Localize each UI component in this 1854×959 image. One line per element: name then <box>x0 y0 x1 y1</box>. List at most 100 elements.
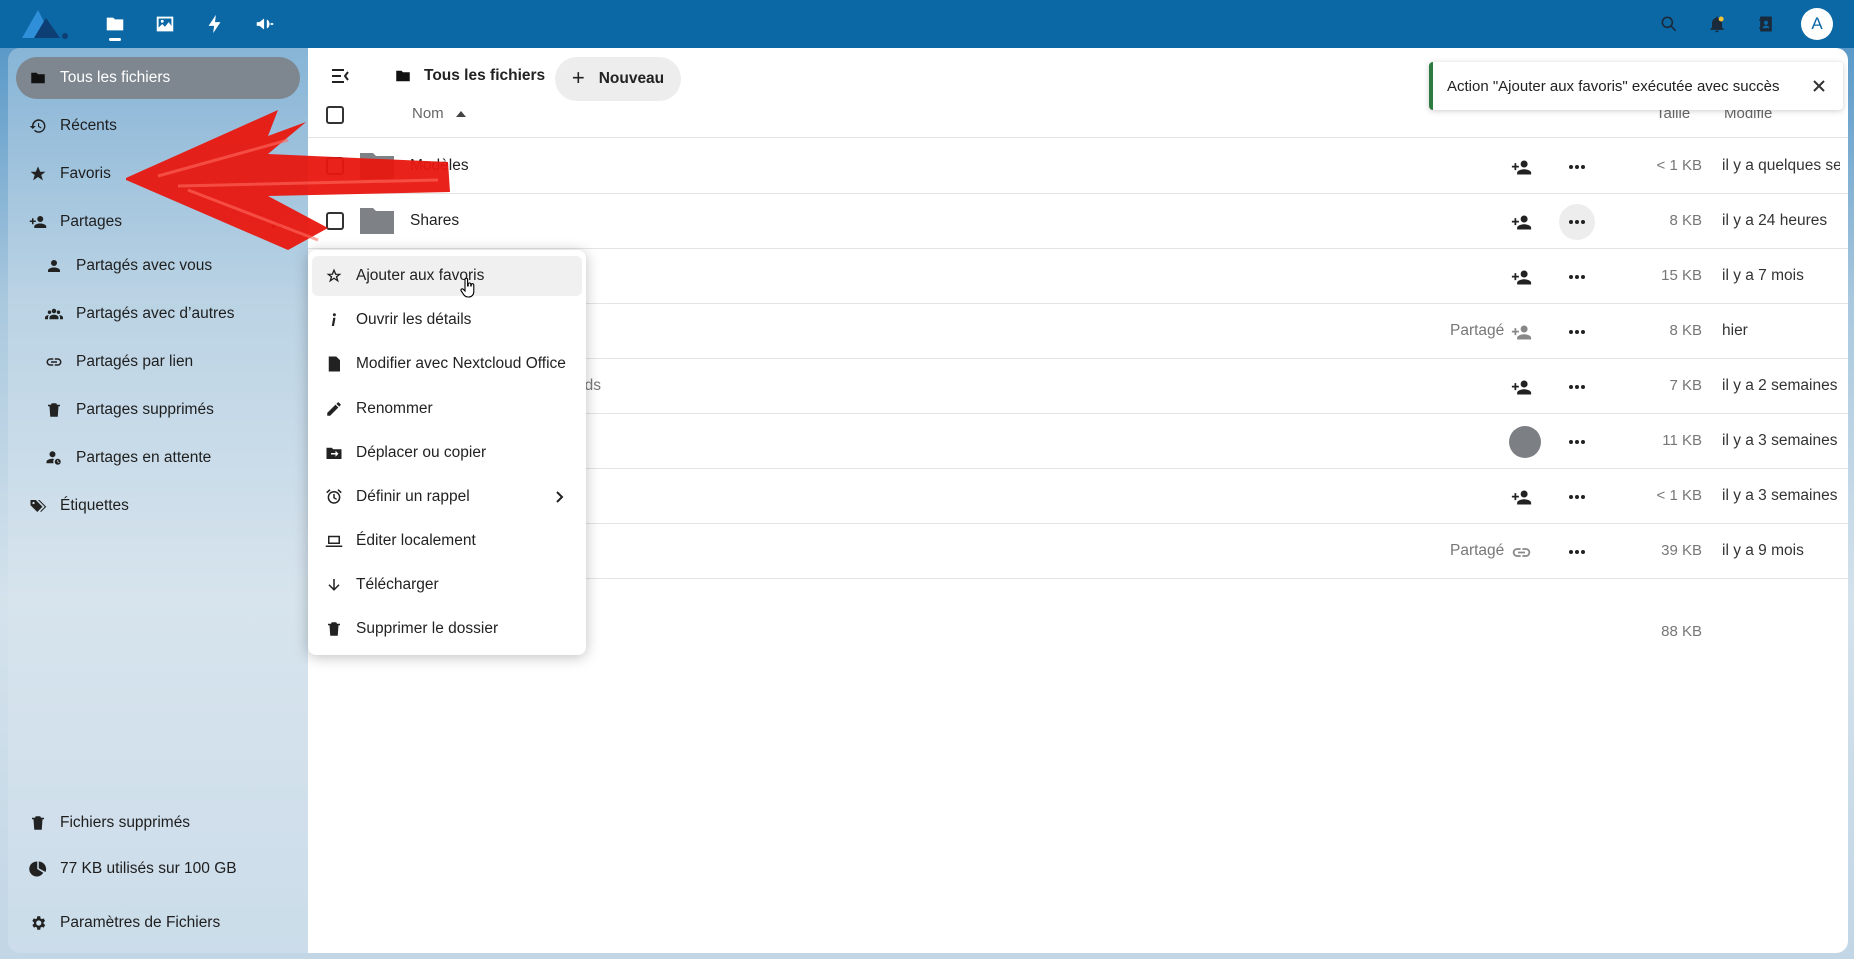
file-size: 8 KB <box>1669 322 1702 339</box>
sidebar-item-label: Récents <box>60 117 117 134</box>
menu-item-edit-locally[interactable]: Éditer localement <box>312 521 582 561</box>
sidebar-item-label: Favoris <box>60 165 111 182</box>
breadcrumb[interactable]: Tous les fichiers <box>394 58 545 94</box>
shared-label[interactable]: Partagé <box>1450 542 1504 560</box>
share-user-icon[interactable] <box>1508 154 1534 180</box>
folder-icon <box>28 68 48 88</box>
dots-horizontal-icon <box>1569 550 1585 554</box>
close-icon <box>1813 80 1825 92</box>
user-icon <box>44 256 64 276</box>
select-all-checkbox[interactable] <box>326 106 344 124</box>
sidebar-item-files-settings[interactable]: Paramètres de Fichiers <box>16 902 300 944</box>
photos-app-icon[interactable] <box>151 10 179 38</box>
toast-close-button[interactable] <box>1809 76 1829 96</box>
sidebar-item-label: Tous les fichiers <box>60 69 171 86</box>
file-size: 11 KB <box>1662 432 1702 449</box>
more-actions-button[interactable] <box>1559 369 1595 405</box>
sidebar-item-tags[interactable]: Étiquettes <box>16 485 300 527</box>
gear-icon <box>28 913 48 933</box>
share-user-icon[interactable] <box>1508 484 1534 510</box>
group-icon <box>44 304 64 324</box>
sidebar-item-deleted-shares[interactable]: Partages supprimés <box>32 389 300 431</box>
share-user-icon[interactable] <box>1508 319 1534 345</box>
plus-icon: + <box>571 65 585 90</box>
sidebar-item-label: Partages <box>60 213 123 230</box>
more-actions-button[interactable] <box>1559 314 1595 350</box>
share-user-icon[interactable] <box>1508 209 1534 235</box>
tags-icon <box>28 496 48 516</box>
menu-item-add-to-favorites[interactable]: Ajouter aux favoris <box>312 256 582 296</box>
activity-app-icon[interactable] <box>201 10 229 38</box>
folder-icon <box>396 70 410 82</box>
notifications-bell-icon[interactable] <box>1705 12 1729 36</box>
more-actions-button[interactable] <box>1559 204 1595 240</box>
alarm-icon <box>324 487 344 507</box>
new-button-label: Nouveau <box>598 70 665 87</box>
sidebar-item-favorites[interactable]: Favoris <box>16 153 300 195</box>
more-actions-button[interactable] <box>1559 479 1595 515</box>
more-actions-button[interactable] <box>1559 149 1595 185</box>
laptop-icon <box>324 531 344 551</box>
file-modified: il y a quelques secondes <box>1722 157 1840 174</box>
sidebar-item-pending-shares[interactable]: Partages en attente <box>32 437 300 479</box>
menu-item-open-details[interactable]: Ouvrir les détails <box>312 300 582 340</box>
folder-move-icon <box>324 443 344 463</box>
sidebar-item-recent[interactable]: Récents <box>16 105 300 147</box>
pencil-icon <box>324 399 344 419</box>
column-header-name[interactable]: Nom <box>412 105 466 122</box>
link-icon[interactable] <box>1508 539 1534 565</box>
menu-item-label: Déplacer ou copier <box>356 444 487 461</box>
file-size: 15 KB <box>1661 267 1702 284</box>
sidebar-item-shared-by-link[interactable]: Partagés par lien <box>32 341 300 383</box>
file-name[interactable]: Modèles <box>410 157 469 175</box>
file-name[interactable]: Shares <box>410 212 459 230</box>
storage-quota[interactable]: 77 KB utilisés sur 100 GB <box>16 848 300 890</box>
menu-item-label: Définir un rappel <box>356 488 470 505</box>
file-modified: il y a 3 semaines <box>1722 432 1838 449</box>
announcements-app-icon[interactable] <box>251 10 279 38</box>
sidebar-item-all-files[interactable]: Tous les fichiers <box>16 57 300 99</box>
search-icon[interactable] <box>1657 12 1681 36</box>
quota-label: 77 KB utilisés sur 100 GB <box>60 860 237 877</box>
file-size: 39 KB <box>1661 542 1702 559</box>
toggle-navigation-button[interactable] <box>324 60 356 92</box>
contacts-icon[interactable] <box>1754 12 1778 36</box>
user-avatar[interactable]: A <box>1801 8 1833 40</box>
chevron-up-icon[interactable] <box>270 218 284 232</box>
menu-item-edit-with-office[interactable]: Modifier avec Nextcloud Office <box>312 344 582 384</box>
share-user-icon[interactable] <box>1508 374 1534 400</box>
file-modified: il y a 7 mois <box>1722 267 1804 284</box>
menu-item-download[interactable]: Télécharger <box>312 565 582 605</box>
sidebar-item-shared-with-you[interactable]: Partagés avec vous <box>32 245 300 287</box>
sidebar-item-shared-with-others[interactable]: Partagés avec d’autres <box>32 293 300 335</box>
sidebar-item-shares[interactable]: Partages <box>16 201 300 243</box>
menu-item-delete-folder[interactable]: Supprimer le dossier <box>312 609 582 649</box>
hand-cursor-icon <box>460 278 475 298</box>
nextcloud-logo[interactable] <box>20 6 70 42</box>
breadcrumb-label: Tous les fichiers <box>424 67 546 84</box>
menu-item-set-reminder[interactable]: Définir un rappel <box>312 477 582 517</box>
table-row[interactable]: Shares 8 KB il y a 24 heures <box>308 194 1848 249</box>
sidebar-item-label: Partages en attente <box>76 449 212 466</box>
shared-label[interactable]: Partagé <box>1450 322 1504 340</box>
folder-icon <box>360 208 394 234</box>
share-user-icon[interactable] <box>1508 264 1534 290</box>
trash-icon <box>324 619 344 639</box>
more-actions-button[interactable] <box>1559 259 1595 295</box>
link-icon <box>44 352 64 372</box>
row-checkbox[interactable] <box>326 212 344 230</box>
files-app-icon[interactable] <box>101 10 129 38</box>
row-checkbox[interactable] <box>326 157 344 175</box>
menu-item-rename[interactable]: Renommer <box>312 389 582 429</box>
more-actions-button[interactable] <box>1559 424 1595 460</box>
more-actions-button[interactable] <box>1559 534 1595 570</box>
menu-item-move-or-copy[interactable]: Déplacer ou copier <box>312 433 582 473</box>
shared-user-avatar[interactable] <box>1509 426 1541 458</box>
sidebar-item-deleted-files[interactable]: Fichiers supprimés <box>16 802 300 844</box>
sidebar-item-label: Partages supprimés <box>76 401 214 418</box>
history-icon <box>28 116 48 136</box>
success-toast: Action "Ajouter aux favoris" exécutée av… <box>1429 62 1843 110</box>
folder-icon <box>360 153 394 179</box>
table-row[interactable]: Modèles < 1 KB il y a quelques secondes <box>308 139 1848 194</box>
star-icon <box>28 164 48 184</box>
